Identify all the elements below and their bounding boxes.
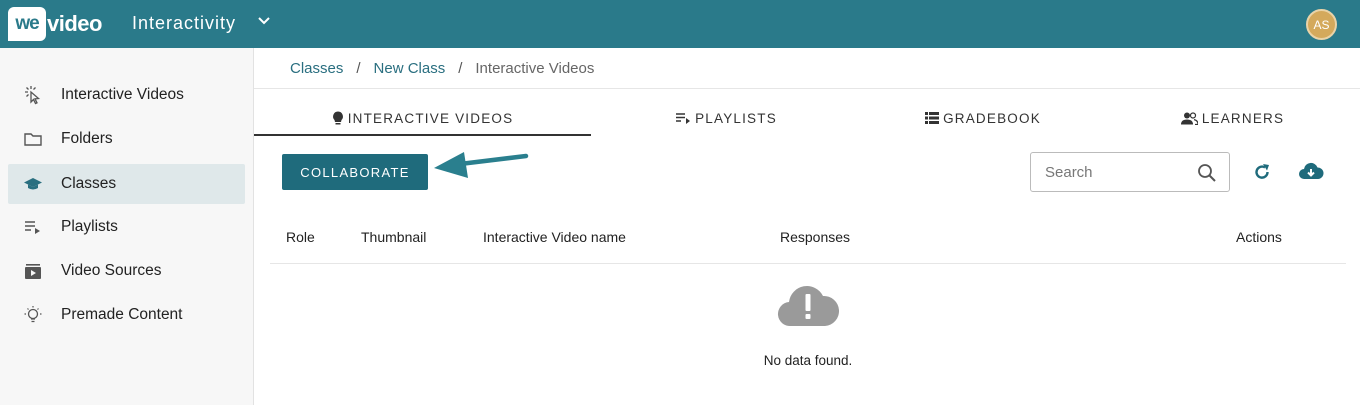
tab-gradebook[interactable]: GRADEBOOK	[861, 102, 1105, 134]
search-input[interactable]	[1045, 162, 1185, 182]
empty-state-message: No data found.	[763, 353, 853, 368]
active-tab-indicator	[254, 134, 591, 136]
column-header-interactive-video-name[interactable]: Interactive Video name	[483, 229, 626, 245]
wevideo-logo[interactable]: we video	[8, 6, 102, 42]
top-bar: we video Interactivity AS	[0, 0, 1360, 48]
cursor-click-icon	[23, 85, 43, 105]
breadcrumb-separator: /	[458, 60, 463, 77]
sidebar-item-label: Interactive Videos	[61, 86, 184, 103]
sidebar-item-label: Classes	[61, 175, 117, 192]
breadcrumb-divider	[254, 88, 1360, 89]
breadcrumb-separator: /	[356, 60, 361, 77]
sidebar-item-label: Video Sources	[61, 262, 162, 279]
sidebar-item-premade-content[interactable]: Premade Content	[8, 295, 245, 335]
breadcrumb-link-new-class[interactable]: New Class	[374, 60, 446, 77]
app-switcher-title[interactable]: Interactivity	[132, 13, 236, 34]
sidebar: Interactive Videos Folders Classes Playl…	[0, 48, 254, 405]
video-library-icon	[23, 261, 43, 281]
logo-text: video	[47, 11, 102, 36]
refresh-icon[interactable]	[1252, 162, 1272, 182]
tab-label: GRADEBOOK	[943, 110, 1041, 126]
lightbulb-icon	[332, 111, 344, 126]
tab-label: LEARNERS	[1201, 110, 1285, 126]
arrow-annotation-icon	[434, 152, 529, 178]
people-icon	[1180, 111, 1198, 125]
folder-icon	[23, 129, 43, 149]
chevron-down-icon[interactable]	[257, 14, 271, 28]
breadcrumb: Classes / New Class / Interactive Videos	[290, 60, 594, 77]
sidebar-item-video-sources[interactable]: Video Sources	[8, 251, 245, 291]
sidebar-item-folders[interactable]: Folders	[8, 119, 245, 159]
search-icon[interactable]	[1197, 163, 1217, 183]
sidebar-item-label: Folders	[61, 130, 113, 147]
tab-label: PLAYLISTS	[695, 110, 777, 126]
column-header-responses[interactable]: Responses	[780, 229, 850, 245]
sidebar-item-classes[interactable]: Classes	[8, 164, 245, 204]
column-header-role[interactable]: Role	[286, 229, 315, 245]
breadcrumb-current: Interactive Videos	[475, 60, 595, 77]
list-icon	[925, 112, 940, 124]
playlist-icon	[23, 217, 43, 237]
logo-badge-text: we	[15, 13, 39, 34]
tab-interactive-videos[interactable]: INTERACTIVE VIDEOS	[254, 102, 591, 134]
sidebar-item-label: Premade Content	[61, 306, 183, 323]
search-box	[1030, 152, 1230, 192]
tab-learners[interactable]: LEARNERS	[1105, 102, 1360, 134]
column-header-thumbnail[interactable]: Thumbnail	[361, 229, 426, 245]
sidebar-item-playlists[interactable]: Playlists	[8, 207, 245, 247]
main-content: Classes / New Class / Interactive Videos…	[254, 48, 1360, 405]
table-header-divider	[270, 263, 1346, 264]
tab-playlists[interactable]: PLAYLISTS	[591, 102, 861, 134]
column-header-actions[interactable]: Actions	[1236, 229, 1282, 245]
sidebar-item-interactive-videos[interactable]: Interactive Videos	[8, 75, 245, 115]
playlist-play-icon	[675, 111, 691, 125]
user-avatar[interactable]: AS	[1306, 9, 1337, 40]
sidebar-item-label: Playlists	[61, 218, 118, 235]
tab-label: INTERACTIVE VIDEOS	[347, 110, 514, 126]
collaborate-button[interactable]: COLLABORATE	[282, 154, 428, 190]
lightbulb-icon	[23, 305, 43, 325]
logo-badge: we	[8, 7, 46, 41]
breadcrumb-link-classes[interactable]: Classes	[290, 60, 343, 77]
cloud-download-icon[interactable]	[1298, 161, 1324, 183]
graduation-cap-icon	[23, 174, 43, 194]
cloud-alert-icon	[778, 286, 839, 327]
